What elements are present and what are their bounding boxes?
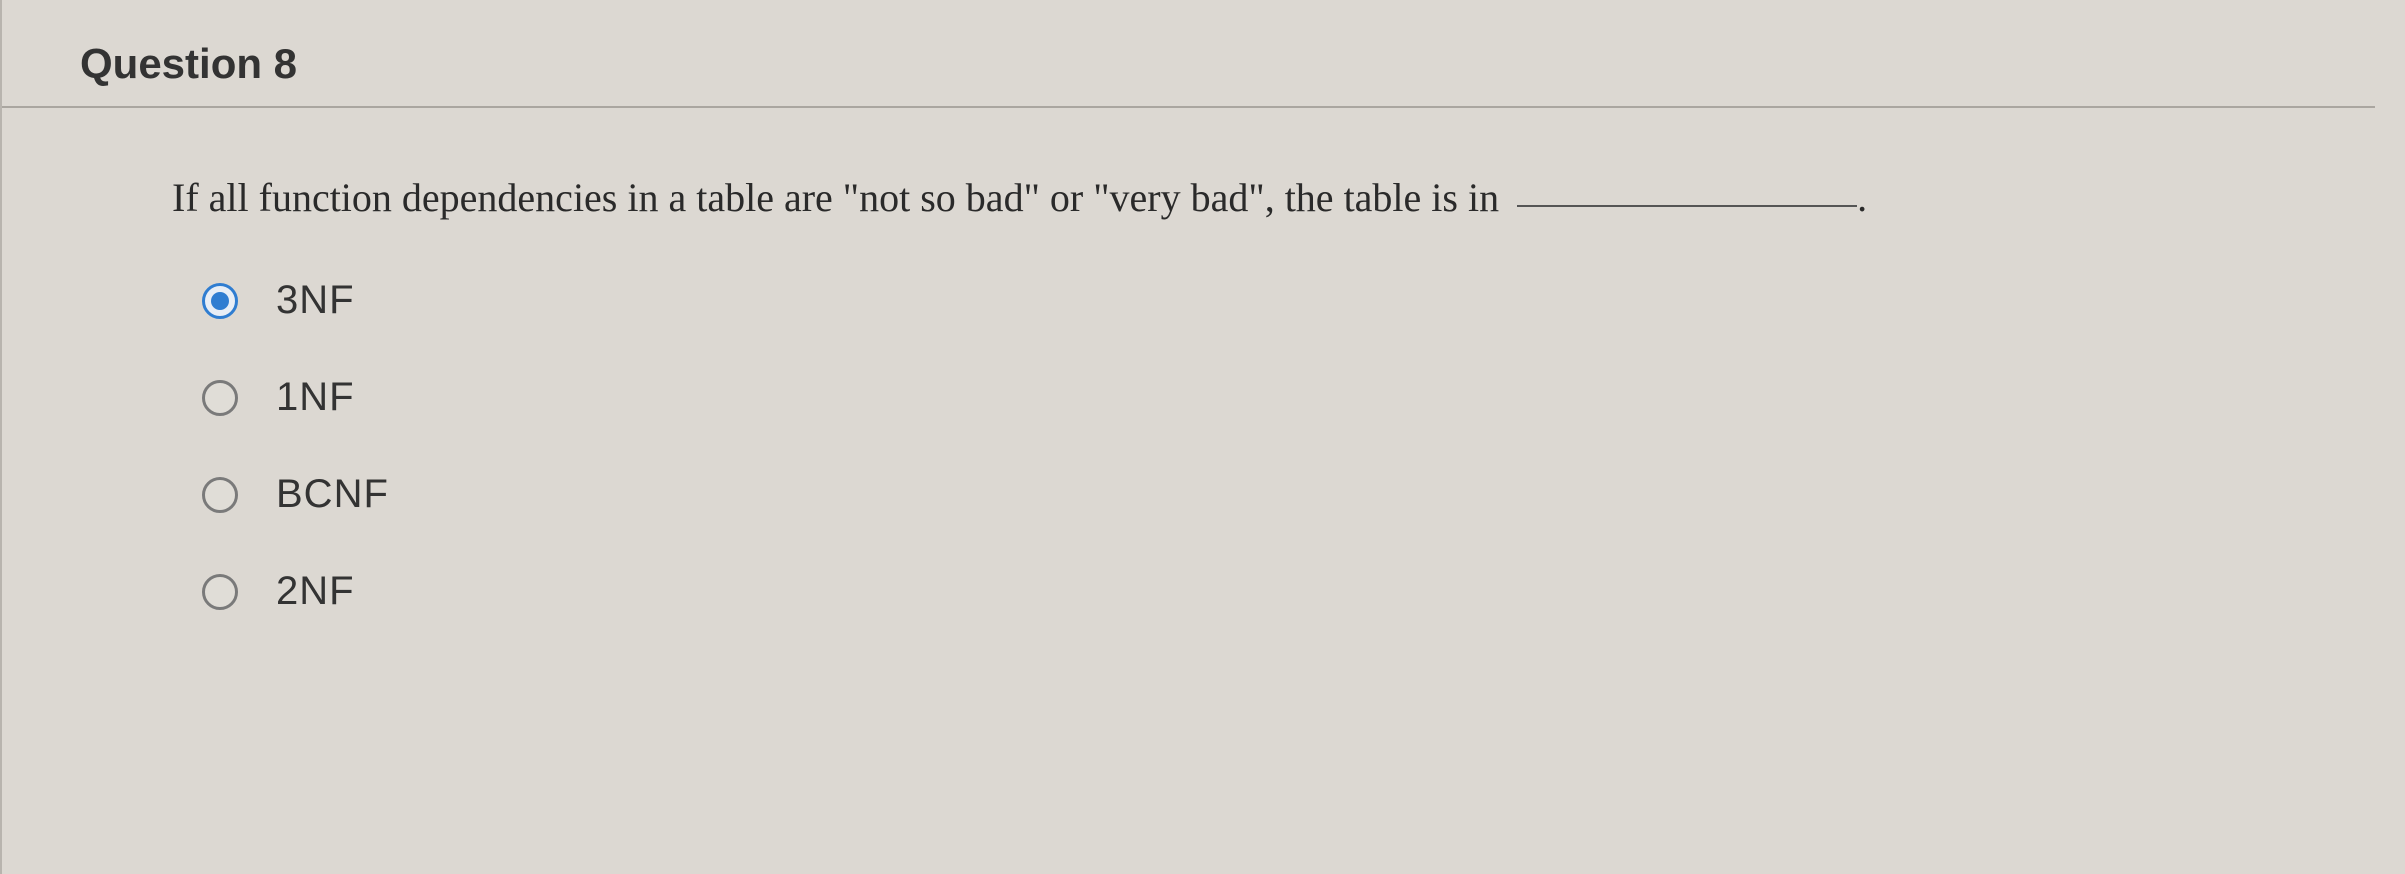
fill-in-blank	[1517, 205, 1857, 207]
question-text: If all function dependencies in a table …	[172, 168, 2345, 228]
radio-bcnf[interactable]	[202, 477, 238, 513]
option-row-3nf[interactable]: 3NF	[202, 278, 2345, 323]
radio-3nf[interactable]	[202, 283, 238, 319]
option-row-2nf[interactable]: 2NF	[202, 569, 2345, 614]
option-label-bcnf: BCNF	[276, 472, 389, 517]
radio-1nf[interactable]	[202, 380, 238, 416]
question-header: Question 8	[2, 40, 2375, 108]
option-label-2nf: 2NF	[276, 569, 355, 614]
question-prompt: If all function dependencies in a table …	[172, 175, 1499, 220]
option-label-3nf: 3NF	[276, 278, 355, 323]
option-label-1nf: 1NF	[276, 375, 355, 420]
radio-2nf[interactable]	[202, 574, 238, 610]
option-row-1nf[interactable]: 1NF	[202, 375, 2345, 420]
question-container: Question 8 If all function dependencies …	[0, 0, 2405, 874]
options-group: 3NF 1NF BCNF 2NF	[172, 278, 2345, 614]
question-body: If all function dependencies in a table …	[2, 108, 2405, 614]
option-row-bcnf[interactable]: BCNF	[202, 472, 2345, 517]
